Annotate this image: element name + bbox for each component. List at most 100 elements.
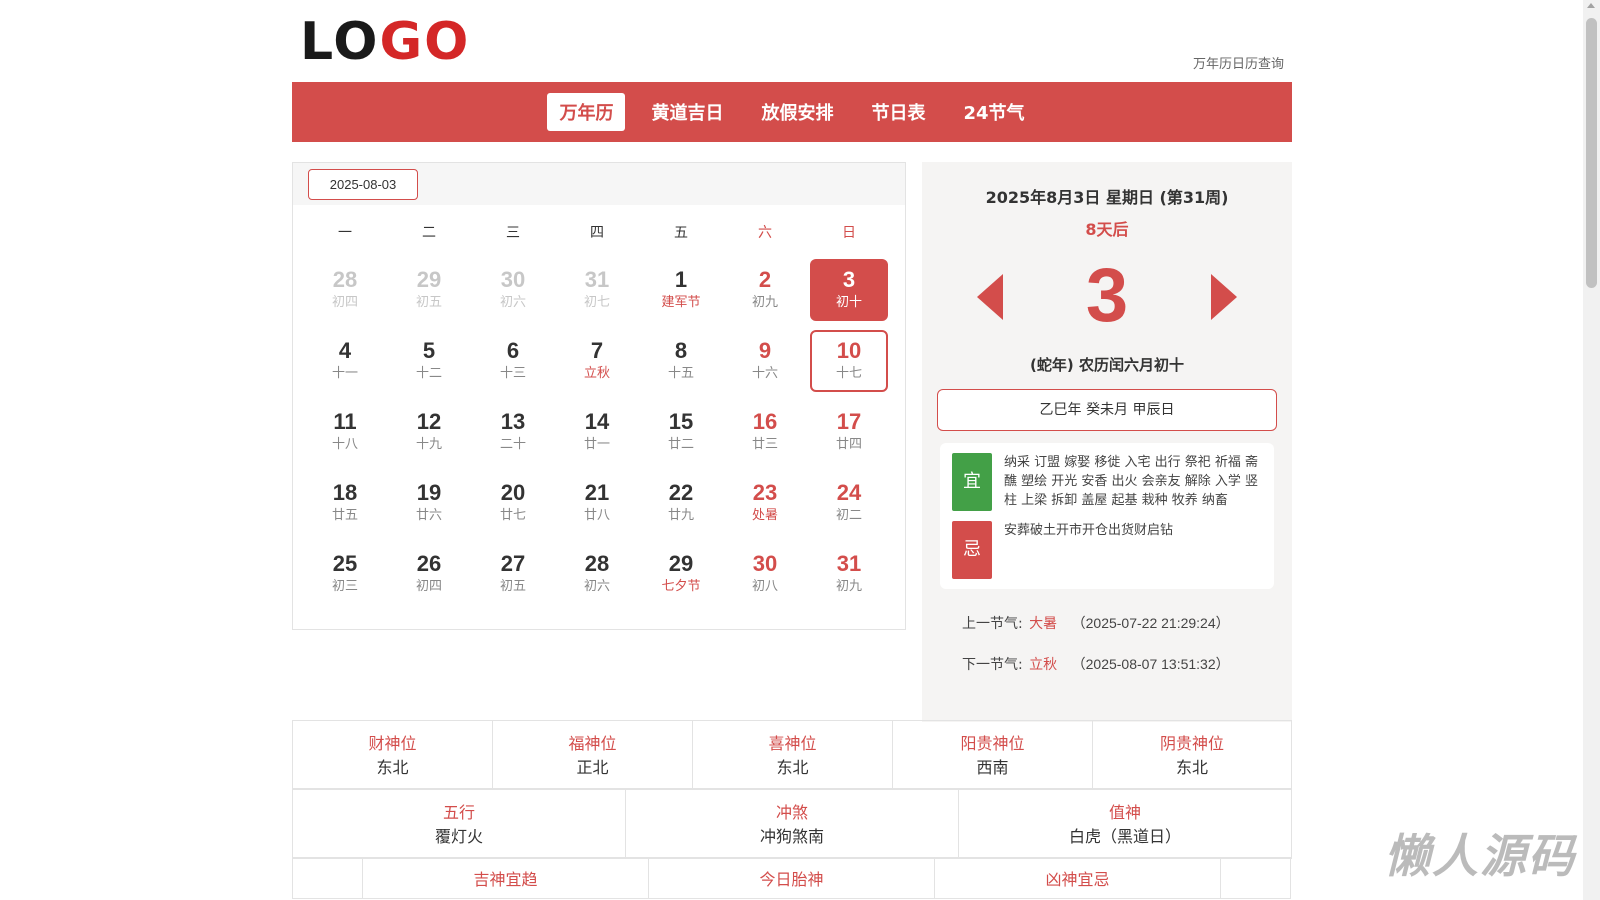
calendar-day[interactable]: 30 初八 [726, 543, 804, 605]
lunar-day: 十一 [331, 366, 358, 381]
calendar-day[interactable]: 18 廿五 [306, 472, 384, 534]
calendar-day[interactable]: 31 初七 [558, 259, 636, 321]
day-number: 9 [758, 338, 772, 363]
calendar-day[interactable]: 14 廿一 [558, 401, 636, 463]
calendar-day[interactable]: 5 十二 [390, 330, 468, 392]
yi-row: 宜 纳采 订盟 嫁娶 移徙 入宅 出行 祭祀 祈福 斋醮 塑绘 开光 安香 出火… [952, 453, 1262, 511]
lunar-day: 初五 [499, 579, 526, 594]
page-container: LOGO 万年历日历查询 万年历 黄道吉日 放假安排 节日表 24节气 2025-08-… [292, 0, 1292, 722]
calendar-day[interactable]: 12 十九 [390, 401, 468, 463]
lunar-day: 廿一 [583, 437, 610, 452]
calendar-day[interactable]: 20 廿七 [474, 472, 552, 534]
lunar-day: 廿七 [499, 508, 526, 523]
day-detail-panel: 2025年8月3日 星期日 (第31周) 8天后 3 (蛇年) 农历闰六月初十 … [922, 162, 1292, 722]
nav-item[interactable]: 节日表 [859, 93, 937, 131]
day-number: 13 [500, 409, 526, 434]
calendar-day[interactable]: 28 初四 [306, 259, 384, 321]
info-cell: 凶神宜忌 [935, 859, 1221, 899]
lunar-day: 处暑 [751, 508, 778, 523]
lunar-day: 七夕节 [661, 579, 701, 594]
nav-item[interactable]: 万年历 [547, 93, 626, 131]
calendar-day[interactable]: 25 初三 [306, 543, 384, 605]
calendar-day[interactable]: 19 廿六 [390, 472, 468, 534]
calendar-day[interactable]: 11 十八 [306, 401, 384, 463]
lunar-day: 二十 [499, 437, 526, 452]
calendar-day[interactable]: 23 处暑 [726, 472, 804, 534]
day-number: 29 [416, 267, 442, 292]
lunar-day: 十八 [331, 437, 358, 452]
calendar-day[interactable]: 4 十一 [306, 330, 384, 392]
ganzhi-box: 乙巳年 癸未月 甲辰日 [937, 389, 1277, 431]
calendar-day[interactable]: 29 初五 [390, 259, 468, 321]
day-number: 26 [416, 551, 442, 576]
day-number: 7 [590, 338, 604, 363]
nav-item[interactable]: 黄道吉日 [639, 93, 735, 131]
calendar-day[interactable]: 26 初四 [390, 543, 468, 605]
calendar-day[interactable]: 27 初五 [474, 543, 552, 605]
nav-item[interactable]: 放假安排 [749, 93, 845, 131]
calendar-day[interactable]: 24 初二 [810, 472, 888, 534]
lunar-day: 廿四 [835, 437, 862, 452]
lunar-day: 十六 [751, 366, 778, 381]
info-value: 西南 [976, 758, 1009, 777]
calendar-day[interactable]: 29 七夕节 [642, 543, 720, 605]
calendar-day[interactable]: 2 初九 [726, 259, 804, 321]
info-cell: 阳贵神位 西南 [893, 721, 1093, 789]
calendar-day[interactable]: 1 建军节 [642, 259, 720, 321]
calendar-day[interactable]: 7 立秋 [558, 330, 636, 392]
ji-row: 忌 安葬破土开市开仓出货财启钻 [952, 521, 1262, 579]
calendar-day[interactable]: 10 十七 [810, 330, 888, 392]
calendar-day[interactable]: 6 十三 [474, 330, 552, 392]
weekday-label: 二 [422, 225, 436, 241]
calendar-day[interactable]: 16 廿三 [726, 401, 804, 463]
info-label: 阴贵神位 [1159, 734, 1224, 753]
prev-day-arrow-icon[interactable] [977, 274, 1003, 320]
lunar-day: 十七 [835, 366, 862, 381]
prev-term-name[interactable]: 大暑 [1029, 616, 1057, 632]
lunar-day: 初四 [331, 295, 358, 310]
lunar-day: 十三 [499, 366, 526, 381]
calendar-day[interactable]: 17 廿四 [810, 401, 888, 463]
logo-text-red: GO [379, 12, 471, 72]
calendar-query-link[interactable]: 万年历日历查询 [1193, 53, 1284, 72]
calendar-day[interactable]: 31 初九 [810, 543, 888, 605]
logo-text-dark: LO [300, 12, 380, 72]
calendar-day[interactable]: 15 廿二 [642, 401, 720, 463]
info-cell-spacer [1221, 859, 1291, 899]
calendar-day[interactable]: 13 二十 [474, 401, 552, 463]
calendar-day[interactable]: 21 廿八 [558, 472, 636, 534]
date-picker-input[interactable]: 2025-08-03 [308, 169, 418, 200]
info-label: 财神位 [368, 734, 417, 753]
next-term-name[interactable]: 立秋 [1029, 657, 1057, 673]
day-number: 8 [674, 338, 688, 363]
lunar-day: 初十 [835, 295, 862, 310]
lunar-day: 廿六 [415, 508, 442, 523]
nav-item[interactable]: 24节气 [951, 93, 1036, 131]
lunar-day: 廿三 [751, 437, 778, 452]
calendar-day[interactable]: 22 廿九 [642, 472, 720, 534]
day-number: 3 [842, 267, 856, 292]
calendar-day[interactable]: 8 十五 [642, 330, 720, 392]
info-label: 喜神位 [768, 734, 817, 753]
next-term-time: （2025-08-07 13:51:32） [1071, 656, 1230, 672]
lunar-day: 廿五 [331, 508, 358, 523]
info-value: 正北 [576, 758, 609, 777]
calendar-day[interactable]: 28 初六 [558, 543, 636, 605]
calendar-day[interactable]: 9 十六 [726, 330, 804, 392]
info-cell: 吉神宜趋 [363, 859, 649, 899]
lunar-day: 初九 [751, 295, 778, 310]
page-scrollbar[interactable] [1583, 0, 1600, 900]
scrollbar-thumb[interactable] [1586, 18, 1597, 288]
info-cell: 值神 白虎（黑道日） [959, 790, 1292, 858]
day-switcher: 3 [922, 246, 1292, 346]
day-number: 21 [584, 480, 610, 505]
info-value: 白虎（黑道日） [1068, 827, 1181, 846]
scroll-up-icon[interactable] [1587, 3, 1595, 8]
info-value: 东北 [376, 758, 409, 777]
calendar-day[interactable]: 30 初六 [474, 259, 552, 321]
calendar-day[interactable]: 3 初十 [810, 259, 888, 321]
spirits-row: 吉神宜趋 今日胎神 凶神宜忌 [292, 858, 1292, 899]
site-logo[interactable]: LOGO [300, 14, 470, 70]
day-number: 20 [500, 480, 526, 505]
next-day-arrow-icon[interactable] [1211, 274, 1237, 320]
